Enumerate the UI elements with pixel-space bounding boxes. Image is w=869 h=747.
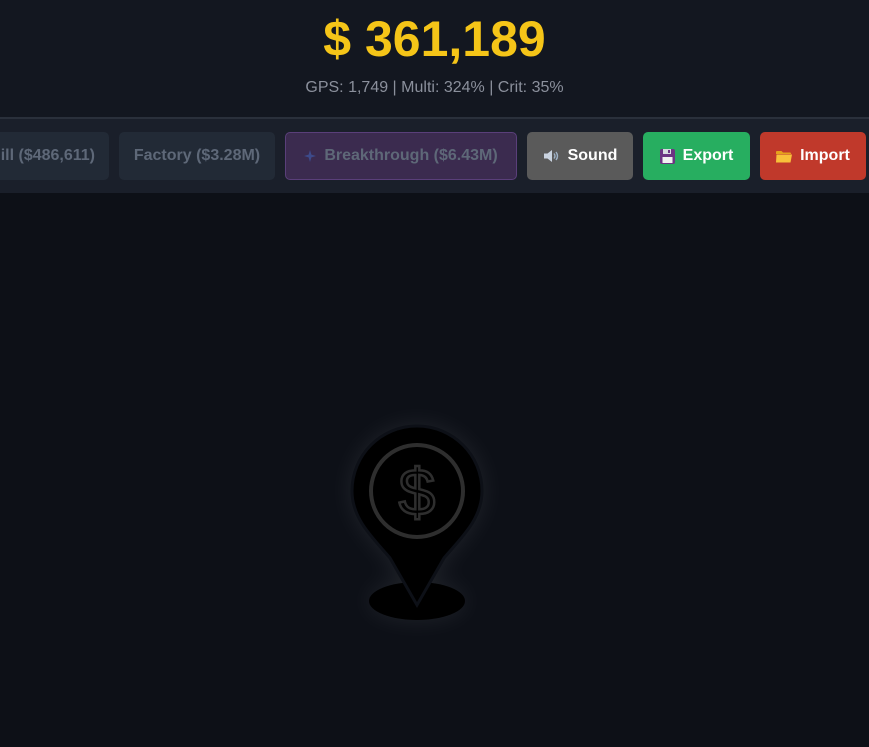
speaker-icon: [543, 149, 560, 163]
breakthrough-button[interactable]: Breakthrough ($6.43M): [285, 132, 517, 180]
import-label: Import: [800, 147, 850, 164]
upgrade-button-label: ill ($486,611): [0, 147, 95, 164]
sound-label: Sound: [567, 147, 618, 164]
header: $ 361,189 GPS: 1,749 | Multi: 324% | Cri…: [0, 0, 869, 118]
upgrade-button-label: Factory ($3.28M): [133, 147, 261, 164]
upgrade-button-factory[interactable]: Factory ($3.28M): [119, 132, 275, 180]
sound-button[interactable]: Sound: [527, 132, 633, 180]
floppy-disk-icon: [659, 148, 675, 164]
toolbar: ill ($486,611) Factory ($3.28M) Breakthr…: [0, 117, 869, 193]
stats-line: GPS: 1,749 | Multi: 324% | Crit: 35%: [305, 79, 564, 96]
money-location-pin-icon[interactable]: $: [340, 418, 494, 634]
export-button[interactable]: Export: [643, 132, 750, 180]
folder-icon: [776, 150, 793, 163]
import-button[interactable]: Import: [760, 132, 866, 180]
export-label: Export: [682, 147, 734, 164]
upgrade-button-skill[interactable]: ill ($486,611): [0, 132, 109, 180]
svg-text:$: $: [399, 455, 436, 529]
money-display: $ 361,189: [323, 11, 546, 67]
sparkle-icon: [304, 150, 317, 162]
breakthrough-label: Breakthrough ($6.43M): [324, 147, 498, 164]
